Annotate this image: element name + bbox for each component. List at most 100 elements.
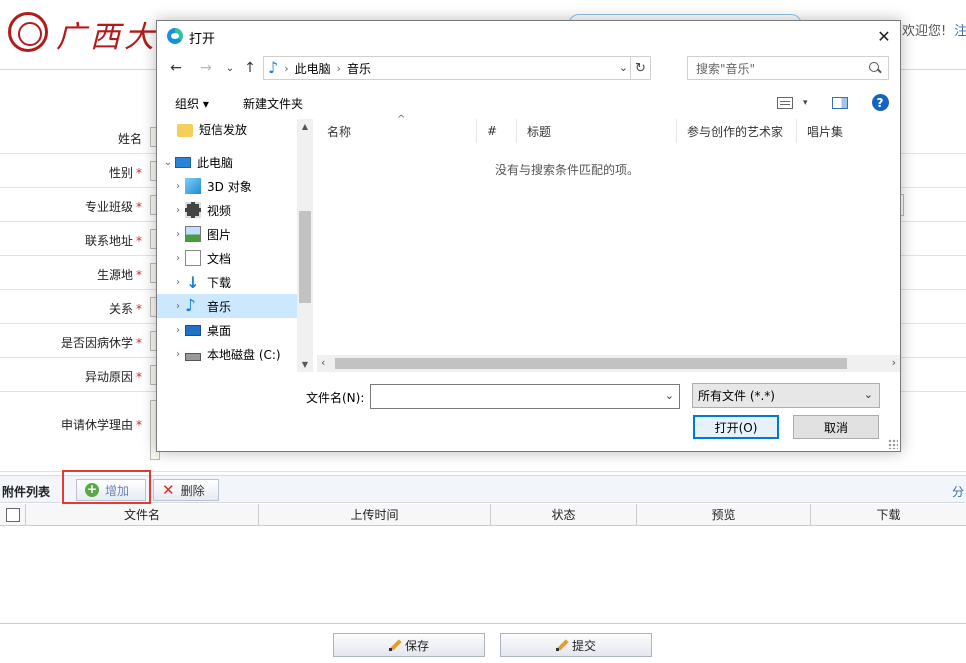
resize-grip-icon[interactable] <box>888 439 898 449</box>
column-header-upload-time[interactable]: 上传时间 <box>259 504 491 525</box>
collapsed-chevron-icon[interactable]: › <box>171 301 185 312</box>
column-header-filename[interactable]: 文件名 <box>26 504 259 525</box>
dialog-titlebar[interactable]: 打开 ✕ <box>157 21 900 51</box>
dialog-search-input[interactable]: 搜索"音乐" <box>687 56 889 80</box>
file-list-header: ^ 名称 # 标题 参与创作的艺术家 唱片集 <box>317 114 900 143</box>
refresh-icon[interactable]: ↻ <box>630 57 650 79</box>
tree-item-video[interactable]: › 视频 <box>157 198 297 222</box>
dialog-navigation-bar: ← → ⌄ ↑ ♪ › 此电脑 › 音乐 ⌄ ↻ 搜索"音乐" <box>157 51 900 85</box>
tree-item-downloads[interactable]: › ↓ 下载 <box>157 270 297 294</box>
navigation-pane: 短信发放 ⌄ 此电脑 › 3D 对象 › 视频 › 图片 › 文档 › ↓ 下载 › ♪ 音乐 ›… <box>157 119 313 372</box>
column-header-name[interactable]: ^ 名称 <box>317 114 477 143</box>
filename-input[interactable]: ⌄ <box>370 384 680 409</box>
column-header-number[interactable]: # <box>477 119 517 143</box>
scroll-up-arrow-icon[interactable]: ▲ <box>297 122 313 131</box>
scroll-right-arrow-icon[interactable]: › <box>892 356 896 369</box>
column-header-download[interactable]: 下载 <box>811 504 966 525</box>
attachment-list-title: 附件列表 <box>2 485 51 499</box>
column-header-preview[interactable]: 预览 <box>637 504 811 525</box>
form-label-relation: 关系 * <box>108 302 142 316</box>
organize-menu[interactable]: 组织 ▾ <box>175 95 209 112</box>
documents-icon <box>185 250 201 266</box>
column-header-album[interactable]: 唱片集 <box>797 119 887 143</box>
select-all-checkbox[interactable] <box>5 507 20 522</box>
save-button[interactable]: 保存 <box>333 633 485 657</box>
collapsed-chevron-icon[interactable]: › <box>171 229 185 240</box>
address-dropdown-icon[interactable]: ⌄ <box>619 61 628 74</box>
breadcrumb-music[interactable]: 音乐 <box>347 60 371 77</box>
pencil-icon <box>388 639 401 651</box>
dialog-search-placeholder: 搜索"音乐" <box>696 61 756 76</box>
collapsed-chevron-icon[interactable]: › <box>171 277 185 288</box>
open-button[interactable]: 打开(O) <box>693 415 779 439</box>
breadcrumb-separator-icon: › <box>336 61 342 75</box>
file-list-pane: ^ 名称 # 标题 参与创作的艺术家 唱片集 没有与搜索条件匹配的项。 <box>317 114 900 372</box>
form-label-name: 姓名 <box>117 132 142 146</box>
horizontal-scroll-thumb[interactable] <box>335 358 847 369</box>
tree-item-local-disk-c[interactable]: › 本地磁盘 (C:) <box>157 342 297 366</box>
expanded-chevron-icon[interactable]: ⌄ <box>161 157 175 168</box>
add-button-highlight <box>62 470 151 504</box>
tree-item-sms-folder[interactable]: 短信发放 <box>157 119 297 141</box>
collapsed-chevron-icon[interactable]: › <box>171 205 185 216</box>
view-dropdown-icon[interactable]: ▾ <box>803 98 808 108</box>
welcome-area: 欢迎您! 注销 <box>902 20 966 39</box>
tree-item-pictures[interactable]: › 图片 <box>157 222 297 246</box>
edge-browser-icon <box>167 28 183 44</box>
dialog-command-bar: 组织 ▾ 新建文件夹 ▾ ? <box>157 85 900 119</box>
submit-button[interactable]: 提交 <box>500 633 652 657</box>
collapsed-chevron-icon[interactable]: › <box>171 325 185 336</box>
tree-item-desktop[interactable]: › 桌面 <box>157 318 297 342</box>
delete-icon: ✕ <box>162 481 175 499</box>
preview-pane-icon[interactable] <box>831 96 848 109</box>
logout-link[interactable]: 注销 <box>954 24 966 39</box>
new-folder-button[interactable]: 新建文件夹 <box>243 95 303 112</box>
pencil-icon <box>555 639 568 651</box>
form-label-address: 联系地址 * <box>84 234 142 248</box>
tree-item-this-pc[interactable]: ⌄ 此电脑 <box>157 150 297 174</box>
collapsed-chevron-icon[interactable]: › <box>171 253 185 264</box>
column-header-status[interactable]: 状态 <box>491 504 637 525</box>
file-type-select[interactable]: 所有文件 (*.*) ⌄ <box>692 383 880 408</box>
dialog-close-button[interactable]: ✕ <box>868 21 900 51</box>
forward-arrow-icon[interactable]: → <box>197 59 215 77</box>
music-note-icon: ♪ <box>268 58 279 77</box>
select-all-cell <box>0 504 26 525</box>
navigation-scroll-thumb[interactable] <box>299 211 311 303</box>
sort-ascending-icon: ^ <box>397 114 406 125</box>
navigation-pane-scrollbar[interactable]: ▲ ▼ <box>297 119 313 372</box>
search-icon <box>869 62 881 74</box>
music-icon: ♪ <box>185 296 196 316</box>
scroll-left-arrow-icon[interactable]: ‹ <box>321 356 325 369</box>
collapsed-chevron-icon[interactable]: › <box>171 349 185 360</box>
tree-item-music[interactable]: › ♪ 音乐 <box>157 294 297 318</box>
tree-item-3d-objects[interactable]: › 3D 对象 <box>157 174 297 198</box>
column-header-artists[interactable]: 参与创作的艺术家 <box>677 119 797 143</box>
address-bar[interactable]: ♪ › 此电脑 › 音乐 ⌄ ↻ <box>263 56 651 80</box>
column-header-title[interactable]: 标题 <box>517 119 677 143</box>
attachment-grid-body <box>0 526 966 624</box>
help-icon[interactable]: ? <box>871 94 889 111</box>
delete-attachment-button[interactable]: ✕ 删除 <box>153 479 219 501</box>
form-label-gender: 性别 * <box>108 166 142 180</box>
filename-dropdown-icon[interactable]: ⌄ <box>665 389 674 402</box>
empty-results-message: 没有与搜索条件匹配的项。 <box>494 163 639 177</box>
form-label-change-reason: 异动原因 * <box>84 370 142 384</box>
welcome-text: 欢迎您! <box>902 24 947 39</box>
attachment-grid-header: 文件名 上传时间 状态 预览 下载 <box>0 504 966 526</box>
cancel-button[interactable]: 取消 <box>793 415 879 439</box>
delete-attachment-label: 删除 <box>180 483 205 498</box>
tree-item-documents[interactable]: › 文档 <box>157 246 297 270</box>
form-label-illness: 是否因病休学 * <box>60 336 142 350</box>
scroll-down-arrow-icon[interactable]: ▼ <box>297 360 313 369</box>
collapsed-chevron-icon[interactable]: › <box>171 181 185 192</box>
change-view-icon[interactable] <box>777 96 793 109</box>
attachment-more-link[interactable]: 分 <box>952 483 964 500</box>
up-arrow-icon[interactable]: ↑ <box>241 59 259 77</box>
breadcrumb-this-pc[interactable]: 此电脑 <box>295 60 331 77</box>
back-arrow-icon[interactable]: ← <box>167 59 185 77</box>
pictures-icon <box>185 226 201 242</box>
recent-locations-chevron-icon[interactable]: ⌄ <box>221 59 239 77</box>
filename-label: 文件名(N): <box>306 391 365 405</box>
file-list-horizontal-scrollbar[interactable]: ‹ › <box>317 355 900 372</box>
